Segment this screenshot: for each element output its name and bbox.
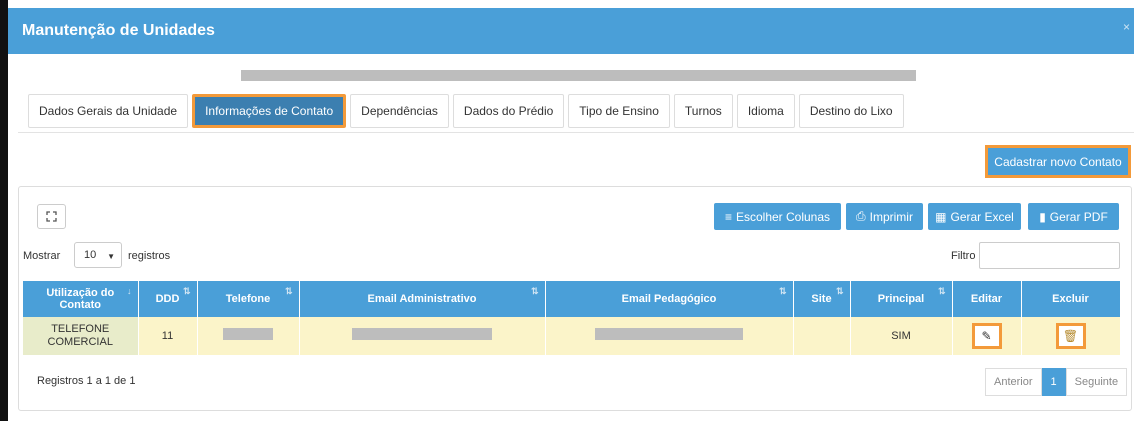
header-site[interactable]: Site ⇅ [793, 281, 851, 317]
sort-icon: ⇅ [182, 286, 191, 296]
header-label: DDD [155, 293, 180, 305]
redacted-phone [223, 328, 273, 340]
print-label: Imprimir [869, 209, 913, 224]
delete-button[interactable]: 🗑 [1055, 323, 1086, 349]
header-telefone[interactable]: Telefone ⇅ [197, 281, 300, 317]
edit-button[interactable]: ✎ [971, 323, 1002, 349]
cell-usage: TELEFONE COMERCIAL [23, 317, 139, 355]
header-label: Utilização do Contato [46, 287, 115, 311]
sort-icon: ⇅ [937, 286, 946, 296]
table-row: TELEFONE COMERCIAL 11 SIM ✎ 🗑 [23, 317, 1121, 355]
tab-tipo-ensino[interactable]: Tipo de Ensino [568, 94, 670, 128]
trash-icon: 🗑 [1062, 328, 1079, 343]
cell-excluir: 🗑 [1021, 317, 1121, 355]
sort-icon: ⇅ [284, 286, 293, 296]
choose-columns-button[interactable]: ≡ Escolher Colunas [714, 203, 841, 230]
header-excluir: Excluir [1021, 281, 1121, 317]
header-label: Email Pedagógico [621, 293, 717, 305]
page-length-value: 10 [84, 249, 97, 261]
records-info: Registros 1 a 1 de 1 [37, 375, 136, 387]
table-icon: ▦ [935, 209, 947, 224]
table-header-row: Utilização do Contato ↓ DDD ⇅ Telefone ⇅ Em… [23, 281, 1121, 317]
file-icon: ▮ [1039, 209, 1046, 224]
excel-button[interactable]: ▦ Gerar Excel [928, 203, 1021, 230]
next-page-button[interactable]: Seguinte [1065, 368, 1128, 396]
redacted-email-admin [352, 328, 492, 340]
filter-label: Filtro [951, 250, 976, 262]
cell-principal: SIM [850, 317, 953, 355]
expand-icon[interactable] [37, 204, 66, 229]
close-icon[interactable]: × [1123, 20, 1130, 34]
sort-icon: ⇅ [778, 286, 787, 296]
pencil-icon: ✎ [981, 328, 992, 343]
choose-columns-label: Escolher Colunas [735, 209, 831, 224]
excel-label: Gerar Excel [950, 209, 1014, 224]
redacted-email-ped [595, 328, 743, 340]
list-icon: ≡ [724, 209, 732, 224]
modal-title: Manutenção de Unidades [22, 22, 215, 39]
print-icon: ⎙ [856, 209, 866, 223]
cell-telefone [197, 317, 300, 355]
redacted-unit-name [241, 70, 916, 81]
tab-dados-gerais[interactable]: Dados Gerais da Unidade [28, 94, 189, 128]
header-email-ped[interactable]: Email Pedagógico ⇅ [545, 281, 794, 317]
cell-email-admin [299, 317, 546, 355]
modal-header: Manutenção de Unidades × [8, 8, 1134, 54]
header-label: Site [811, 293, 832, 305]
tab-destino-lixo[interactable]: Destino do Lixo [798, 94, 904, 128]
cell-site [793, 317, 851, 355]
header-label: Email Administrativo [367, 293, 477, 305]
registros-label: registros [128, 250, 171, 262]
sort-icon: ⇅ [530, 286, 539, 296]
show-label: Mostrar [23, 250, 61, 262]
cell-editar: ✎ [952, 317, 1022, 355]
window-border [0, 0, 8, 421]
cell-ddd: 11 [138, 317, 198, 355]
tab-turnos[interactable]: Turnos [673, 94, 733, 128]
new-contact-button[interactable]: Cadastrar novo Contato [985, 145, 1131, 178]
tab-idioma[interactable]: Idioma [736, 94, 795, 128]
tab-bar: Dados Gerais da Unidade Informações de C… [28, 94, 908, 128]
header-principal[interactable]: Principal ⇅ [850, 281, 953, 317]
header-editar: Editar [952, 281, 1022, 317]
header-email-admin[interactable]: Email Administrativo ⇅ [299, 281, 546, 317]
header-label: Editar [970, 293, 1003, 305]
tab-dependencias[interactable]: Dependências [350, 94, 449, 128]
caret-down-icon: ▼ [107, 252, 115, 261]
page-1-button[interactable]: 1 [1041, 368, 1066, 396]
sort-asc-icon: ↓ [127, 286, 132, 296]
tab-divider [18, 132, 1134, 133]
prev-page-button[interactable]: Anterior [985, 368, 1042, 396]
contacts-table: Utilização do Contato ↓ DDD ⇅ Telefone ⇅ Em… [23, 281, 1121, 355]
pdf-label: Gerar PDF [1049, 209, 1108, 224]
header-utilizacao[interactable]: Utilização do Contato ↓ [23, 281, 139, 317]
cell-email-ped [545, 317, 794, 355]
header-label: Principal [877, 293, 925, 305]
tab-dados-predio[interactable]: Dados do Prédio [452, 94, 565, 128]
modal-window: Manutenção de Unidades × Dados Gerais da… [0, 0, 1134, 421]
sort-icon: ⇅ [835, 286, 844, 296]
header-label: Excluir [1052, 293, 1089, 305]
pagination: Anterior 1 Seguinte [985, 368, 1128, 396]
filter-input[interactable] [979, 242, 1120, 269]
print-button[interactable]: ⎙ Imprimir [846, 203, 923, 230]
header-label: Telefone [225, 293, 271, 305]
page-length-select[interactable]: 10 ▼ [74, 242, 122, 268]
pdf-button[interactable]: ▮ Gerar PDF [1028, 203, 1119, 230]
header-ddd[interactable]: DDD ⇅ [138, 281, 198, 317]
tab-informacoes-contato[interactable]: Informações de Contato [192, 94, 347, 128]
